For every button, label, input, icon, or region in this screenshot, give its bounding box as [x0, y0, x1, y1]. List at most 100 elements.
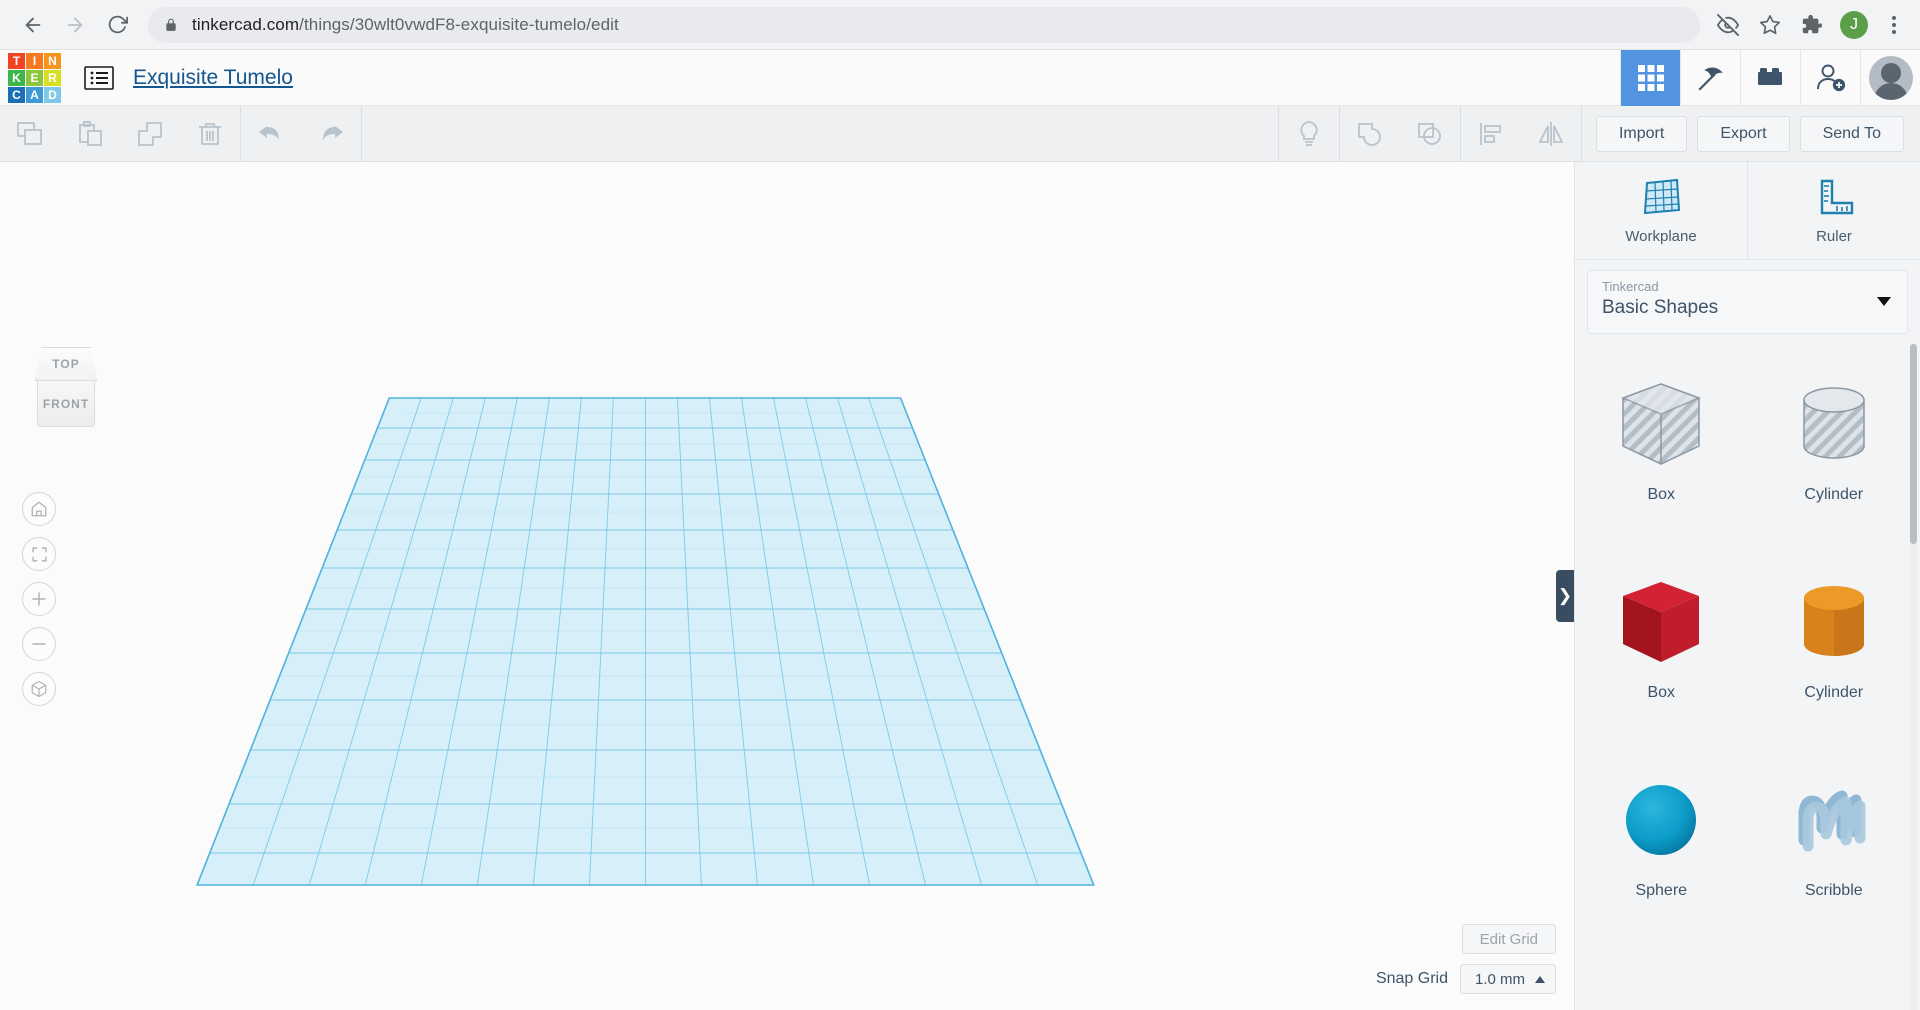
url-path: /things/30wlt0vwdF8-exquisite-tumelo/edi… — [299, 14, 619, 34]
shape-item-next-a[interactable] — [1575, 938, 1748, 1010]
file-action-buttons: Import Export Send To — [1595, 115, 1920, 152]
add-person-icon[interactable] — [1800, 49, 1860, 106]
history-tool-group — [241, 106, 361, 161]
lightbulb-notes-icon[interactable] — [1279, 106, 1339, 162]
grid-3x3-icon[interactable] — [1620, 49, 1680, 106]
shape-list-scrollbar[interactable] — [1910, 344, 1917, 544]
shape-item-sphere[interactable]: Sphere — [1575, 740, 1748, 930]
delete-trash-icon[interactable] — [180, 106, 240, 162]
puzzle-extensions-icon[interactable] — [1798, 11, 1826, 39]
fit-to-view-button[interactable] — [22, 537, 56, 571]
logo-tile-c: C — [8, 86, 25, 103]
shape-library-dropdown[interactable]: Tinkercad Basic Shapes — [1587, 270, 1908, 334]
browser-profile-avatar[interactable]: J — [1840, 10, 1868, 39]
shape-item-cylinder-hole[interactable]: Cylinder — [1748, 344, 1920, 534]
redo-icon[interactable] — [301, 106, 361, 162]
shape-item-cylinder-solid[interactable]: Cylinder — [1748, 542, 1920, 732]
box-hole-icon — [1621, 383, 1702, 465]
viewcube-top-face[interactable]: TOP — [35, 347, 97, 381]
forward-arrow-icon[interactable] — [56, 6, 94, 44]
clipboard-tool-group — [0, 106, 240, 161]
shape-item-box-solid[interactable]: Box — [1575, 542, 1748, 732]
address-bar[interactable]: tinkercad.com/things/30wlt0vwdF8-exquisi… — [148, 6, 1700, 43]
home-view-button[interactable] — [22, 492, 56, 526]
import-button[interactable]: Import — [1595, 115, 1688, 152]
reload-icon[interactable] — [98, 6, 136, 44]
3d-canvas[interactable]: Workplane TOP FRONT Edit — [0, 162, 1574, 1010]
tinkercad-logo[interactable]: T I N K E R C A D — [8, 52, 61, 103]
shapes-panel: Workplane Ruler Tinkercad Basic Shapes B… — [1574, 162, 1920, 1010]
paste-icon[interactable] — [60, 106, 120, 162]
copy-icon[interactable] — [0, 106, 60, 162]
logo-tile-e: E — [26, 69, 43, 86]
view-orientation-cube[interactable]: TOP FRONT — [27, 347, 105, 427]
three-dot-menu-icon[interactable] — [1882, 15, 1906, 34]
project-title[interactable]: Exquisite Tumelo — [133, 66, 293, 90]
shape-label: Box — [1647, 684, 1676, 701]
shape-label: Box — [1647, 486, 1676, 503]
shape-list[interactable]: Box Cylinder Box Cylinder Sphere Scribbl… — [1575, 344, 1920, 1010]
ruler-tool[interactable]: Ruler — [1747, 162, 1920, 259]
chevron-down-icon — [1877, 297, 1891, 306]
app-header: T I N K E R C A D Exquisite Tumelo — [0, 49, 1920, 106]
snap-grid-row: Snap Grid 1.0 mm — [1376, 964, 1556, 994]
grid-controls: Edit Grid Snap Grid 1.0 mm — [1376, 924, 1556, 994]
url-text: tinkercad.com/things/30wlt0vwdF8-exquisi… — [192, 15, 619, 35]
zoom-out-button[interactable] — [22, 627, 56, 661]
mirror-flip-icon[interactable] — [1521, 106, 1581, 162]
logo-tile-n: N — [44, 52, 61, 69]
workplane-tool-label: Workplane — [1625, 227, 1697, 245]
header-tool-group — [1620, 49, 1920, 106]
pickaxe-icon[interactable] — [1680, 49, 1740, 106]
list-menu-icon[interactable] — [83, 62, 115, 94]
export-button[interactable]: Export — [1697, 115, 1790, 152]
user-avatar[interactable] — [1860, 49, 1920, 106]
cylinder-hole-icon — [1803, 387, 1865, 459]
workplane-tool[interactable]: Workplane — [1575, 162, 1747, 259]
profile-initial: J — [1850, 15, 1858, 33]
edit-toolbar: Import Export Send To — [0, 105, 1920, 162]
shape-item-box-hole[interactable]: Box — [1575, 344, 1748, 534]
shape-item-next-b[interactable] — [1748, 938, 1920, 1010]
workplane-grid-icon — [1643, 178, 1681, 214]
ortho-perspective-toggle-button[interactable] — [22, 672, 56, 706]
shape-label: Scribble — [1804, 882, 1863, 899]
logo-tile-a: A — [26, 86, 43, 103]
snap-grid-value: 1.0 mm — [1474, 970, 1525, 988]
group-shapes-icon[interactable] — [1340, 106, 1400, 162]
browser-nav-buttons — [14, 6, 136, 44]
toolbar-divider-2 — [361, 105, 362, 162]
logo-tile-d: D — [44, 86, 61, 103]
edit-grid-button[interactable]: Edit Grid — [1461, 924, 1556, 954]
undo-icon[interactable] — [241, 106, 301, 162]
panel-collapse-handle[interactable]: ❯ — [1556, 570, 1574, 622]
shape-label: Sphere — [1635, 882, 1688, 899]
snap-grid-select[interactable]: 1.0 mm — [1459, 964, 1556, 994]
shape-label: Cylinder — [1804, 684, 1864, 701]
logo-tile-i: I — [26, 52, 43, 69]
star-bookmark-icon[interactable] — [1756, 11, 1784, 39]
zoom-in-button[interactable] — [22, 582, 56, 616]
browser-actions: J — [1714, 10, 1906, 39]
canvas-nav-controls — [22, 492, 56, 706]
box-solid-icon — [1623, 582, 1700, 662]
browser-toolbar: tinkercad.com/things/30wlt0vwdF8-exquisi… — [0, 0, 1920, 50]
lego-brick-icon[interactable] — [1740, 49, 1800, 106]
panel-tool-row: Workplane Ruler — [1575, 162, 1920, 260]
cylinder-solid-icon — [1803, 586, 1864, 656]
duplicate-icon[interactable] — [120, 106, 180, 162]
send-to-button[interactable]: Send To — [1799, 115, 1904, 152]
logo-tile-k: K — [8, 69, 25, 86]
toolbar-divider-6 — [1580, 105, 1582, 162]
sphere-icon — [1626, 785, 1697, 855]
viewcube-front-face[interactable]: FRONT — [37, 381, 95, 427]
eye-slash-icon[interactable] — [1714, 11, 1742, 39]
back-arrow-icon[interactable] — [14, 6, 52, 44]
ungroup-shapes-icon[interactable] — [1400, 106, 1460, 162]
shape-library-sub: Tinkercad — [1602, 279, 1659, 294]
align-icon[interactable] — [1461, 106, 1521, 162]
snap-grid-label: Snap Grid — [1375, 970, 1448, 987]
shape-item-scribble[interactable]: Scribble — [1748, 740, 1920, 930]
shape-library-main: Basic Shapes — [1602, 297, 1719, 318]
app-body: Workplane TOP FRONT Edit — [0, 162, 1920, 1010]
